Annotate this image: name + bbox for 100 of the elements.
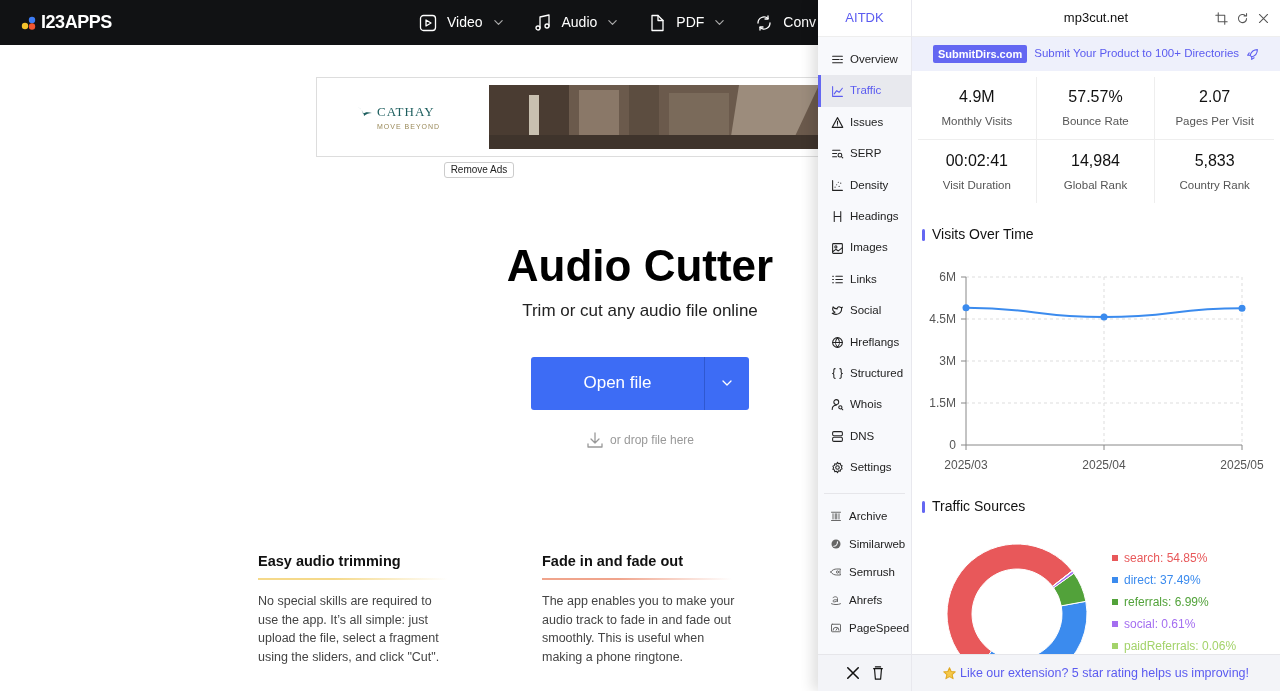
axis-tick-label: 2025/03	[944, 458, 988, 472]
axis-tick-label: 2025/04	[1082, 458, 1126, 472]
tool-link[interactable]: Semrush	[818, 558, 911, 587]
stat-label: Pages Per Visit	[1175, 114, 1254, 130]
axis-tick-label: 2025/05	[1220, 458, 1264, 472]
nav-menu[interactable]: Video	[418, 12, 504, 33]
sidebar-item[interactable]: SERP	[818, 138, 911, 170]
play-icon	[418, 13, 437, 32]
cup-icon	[871, 666, 884, 680]
x-link[interactable]	[845, 666, 860, 680]
axis-tick-label: 3M	[939, 354, 956, 368]
page-subtitle: Trim or cut any audio file online	[522, 300, 758, 322]
rocket-icon	[1246, 47, 1260, 61]
legend-label: direct: 37.49%	[1124, 572, 1201, 589]
tool-link[interactable]: PageSpeed	[818, 614, 911, 643]
crop-button[interactable]	[1215, 11, 1228, 25]
document-icon	[648, 13, 667, 32]
stat-value: 5,833	[1194, 150, 1235, 171]
refresh-icon	[1236, 11, 1249, 25]
data-point	[1100, 313, 1108, 321]
feature-title: Fade in and fade out	[542, 551, 684, 571]
image-icon	[831, 241, 844, 255]
close-icon	[1257, 11, 1270, 25]
download-icon	[585, 430, 604, 449]
star-icon	[942, 666, 956, 680]
tool-link[interactable]: Ahrefs	[818, 586, 911, 615]
eye-icon	[830, 566, 842, 579]
nav-menu[interactable]: PDF	[648, 12, 726, 33]
feature-description: The app enables you to make your audio track to fade in and fade out smoothly. This is useful when making a phone ringtone.	[542, 593, 736, 666]
data-point	[962, 304, 970, 312]
sidebar-item[interactable]: Settings	[818, 452, 911, 484]
x-logo-icon	[845, 666, 860, 680]
stat-value: 57.57%	[1068, 87, 1123, 108]
stat-label: Visit Duration	[942, 177, 1011, 193]
logo-icon	[21, 15, 37, 30]
sidebar-item[interactable]: Hreflangs	[818, 326, 911, 358]
sidebar-item[interactable]: Links	[818, 263, 911, 296]
refresh-button[interactable]	[1236, 11, 1249, 25]
section-title: Traffic Sources	[932, 497, 1026, 516]
axis-tick-label: 0	[949, 438, 956, 452]
sidebar-item[interactable]: Images	[818, 232, 911, 264]
brand-name: AITDK	[818, 0, 911, 37]
axis-tick-label: 1.5M	[929, 396, 956, 410]
chevron-down-icon	[607, 17, 619, 28]
tool-link[interactable]: Similarweb	[818, 530, 911, 559]
legend-label: paidReferrals: 0.06%	[1124, 638, 1237, 654]
smile-curve-icon	[830, 594, 842, 607]
refresh-icon	[755, 13, 774, 32]
list-search-icon	[831, 147, 844, 161]
crop-icon	[1215, 11, 1228, 25]
line-chart-icon	[831, 84, 844, 98]
server-icon	[831, 429, 844, 443]
sidebar-item[interactable]: Issues	[818, 106, 911, 139]
page-title: Audio Cutter	[506, 240, 774, 292]
sidebar-item[interactable]: Whois	[818, 389, 911, 421]
bird-icon	[831, 304, 844, 318]
legend-label: search: 54.85%	[1124, 550, 1208, 567]
scatter-icon	[831, 178, 844, 192]
sidebar-item[interactable]: Social	[818, 295, 911, 327]
gauge-icon	[830, 622, 842, 635]
feature-title: Easy audio trimming	[258, 551, 402, 571]
swirl-icon	[830, 538, 842, 551]
globe-icon	[831, 335, 844, 349]
sidebar-item[interactable]: Density	[818, 169, 911, 201]
nav-menu[interactable]: Conv	[755, 12, 816, 33]
stat-label: Monthly Visits	[941, 114, 1013, 130]
chevron-down-icon	[714, 17, 726, 28]
music-note-icon	[533, 13, 552, 32]
feature-description: No special skills are required to use the app. It’s all simple: just upload the file, select a fragment using the sliders, and click "Cut".	[258, 593, 441, 666]
warning-icon	[831, 115, 844, 129]
sidebar-item[interactable]: Structured	[818, 357, 911, 390]
heading-marker	[922, 228, 925, 241]
user-search-icon	[831, 398, 844, 412]
sidebar-item[interactable]: Overview	[818, 44, 911, 76]
sidebar-item[interactable]: DNS	[818, 420, 911, 453]
stat-value: 4.9M	[959, 87, 995, 108]
nav-menu[interactable]: Audio	[533, 12, 619, 33]
stat-label: Country Rank	[1179, 177, 1250, 193]
promo-link[interactable]: Submit Your Product to 100+ Directories	[1034, 45, 1240, 63]
logo-text[interactable]: I23APPS	[41, 9, 112, 36]
close-button[interactable]	[1257, 11, 1270, 25]
sidebar-item[interactable]: Headings	[818, 200, 911, 233]
axis-tick-label: 4.5M	[929, 312, 956, 326]
brand-name: CATHAY	[377, 103, 435, 121]
stat-value: 14,984	[1071, 150, 1120, 171]
legend-label: social: 0.61%	[1124, 616, 1196, 633]
heading-icon	[831, 210, 844, 224]
coffee-link[interactable]	[871, 666, 884, 680]
tool-link[interactable]: Archive	[818, 502, 911, 531]
remove-ads-button[interactable]: Remove Ads	[443, 162, 515, 178]
site-domain: mp3cut.net	[1063, 9, 1129, 28]
legend-label: referrals: 6.99%	[1124, 594, 1209, 611]
drop-hint: or drop file here	[609, 431, 694, 449]
open-file-button[interactable]: Open file	[531, 356, 704, 410]
heading-marker	[922, 500, 925, 513]
promo-badge: SubmitDirs.com	[932, 44, 1028, 64]
section-title: Visits Over Time	[932, 225, 1034, 244]
dropdown-button[interactable]	[704, 356, 749, 410]
sidebar-item[interactable]: Traffic	[818, 75, 911, 107]
stat-value: 2.07	[1199, 87, 1231, 108]
